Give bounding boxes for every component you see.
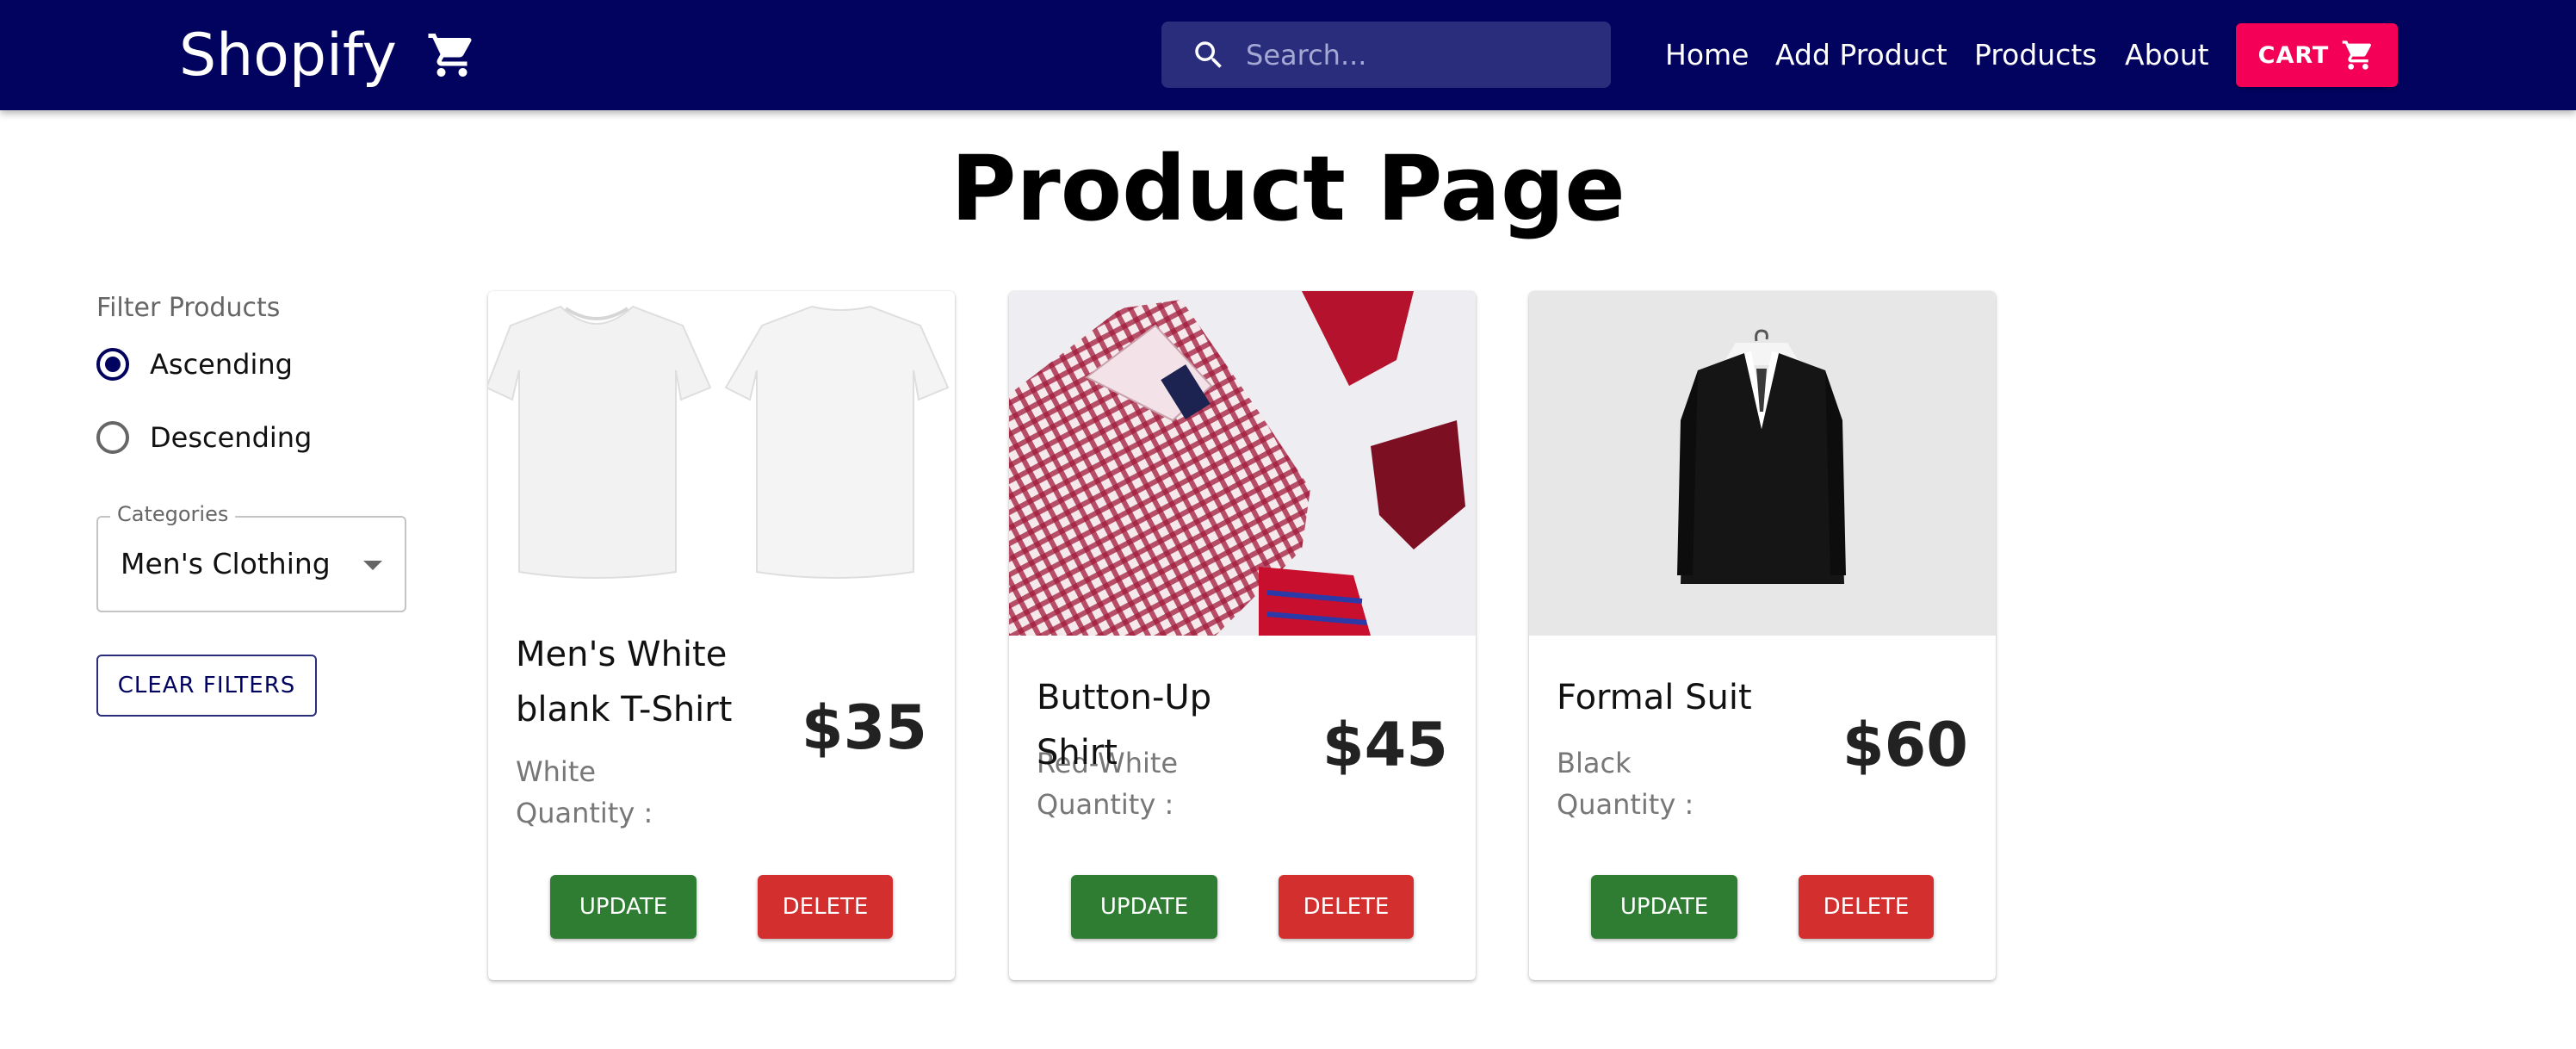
search-bar[interactable] <box>1161 22 1611 88</box>
brand[interactable]: Shopify <box>179 16 478 95</box>
radio-ascending-label: Ascending <box>150 348 293 381</box>
sort-ascending-option[interactable]: Ascending <box>96 348 293 381</box>
categories-select[interactable]: Categories Men's Clothing <box>96 502 406 612</box>
cart-icon <box>428 34 472 77</box>
product-price: $35 <box>801 692 927 763</box>
categories-label: Categories <box>110 502 236 526</box>
product-quantity-label: Quantity : <box>1557 788 1694 821</box>
delete-button[interactable]: DELETE <box>1799 875 1934 939</box>
top-navbar: Shopify Home Add Product Products About … <box>0 0 2576 110</box>
product-color: Black <box>1557 747 1632 779</box>
chevron-down-icon[interactable] <box>363 561 382 570</box>
search-icon <box>1195 40 1222 68</box>
cart-button[interactable]: CART <box>2236 23 2398 87</box>
product-image-shirt <box>1009 291 1476 636</box>
nav-link-home[interactable]: Home <box>1665 38 1749 71</box>
clear-filters-button[interactable]: CLEAR FILTERS <box>96 655 317 717</box>
product-name: Men's White blank T-Shirt <box>516 635 733 729</box>
nav-link-add-product[interactable]: Add Product <box>1775 38 1947 71</box>
product-color: White <box>516 755 597 788</box>
product-name: Formal Suit <box>1557 678 1752 717</box>
radio-descending-label: Descending <box>150 421 313 454</box>
product-image-suit <box>1529 291 1996 636</box>
update-button[interactable]: UPDATE <box>550 875 697 939</box>
product-quantity-label: Quantity : <box>1037 788 1174 821</box>
categories-value: Men's Clothing <box>121 547 331 580</box>
product-card: Red-White Quantity : $45 UPDATE DELETE <box>1009 291 1476 980</box>
product-name: Button-Up Shirt <box>1037 678 1212 773</box>
delete-button[interactable]: DELETE <box>758 875 893 939</box>
brand-name[interactable]: Shopify <box>179 22 397 90</box>
filter-heading: Filter Products <box>96 293 281 323</box>
radio-ascending[interactable] <box>96 348 129 381</box>
radio-descending[interactable] <box>96 421 129 454</box>
cart-button-label: CART <box>2257 41 2330 69</box>
product-price: $60 <box>1842 710 1968 780</box>
product-card: Men's White blank T-Shirt White Quantity… <box>488 291 955 980</box>
update-button[interactable]: UPDATE <box>1071 875 1217 939</box>
search-input[interactable] <box>1246 38 1590 71</box>
update-button[interactable]: UPDATE <box>1591 875 1737 939</box>
product-image-tshirt <box>488 291 955 594</box>
nav-link-about[interactable]: About <box>2125 38 2209 71</box>
cart-icon <box>2343 40 2372 70</box>
product-card: Black Quantity : $60 UPDATE DELETE <box>1529 291 1996 980</box>
product-price: $45 <box>1322 710 1448 780</box>
product-quantity-label: Quantity : <box>516 797 653 829</box>
delete-button[interactable]: DELETE <box>1279 875 1414 939</box>
nav-link-products[interactable]: Products <box>1974 38 2097 71</box>
sort-descending-option[interactable]: Descending <box>96 421 312 454</box>
page-title: Product Page <box>951 136 1625 241</box>
